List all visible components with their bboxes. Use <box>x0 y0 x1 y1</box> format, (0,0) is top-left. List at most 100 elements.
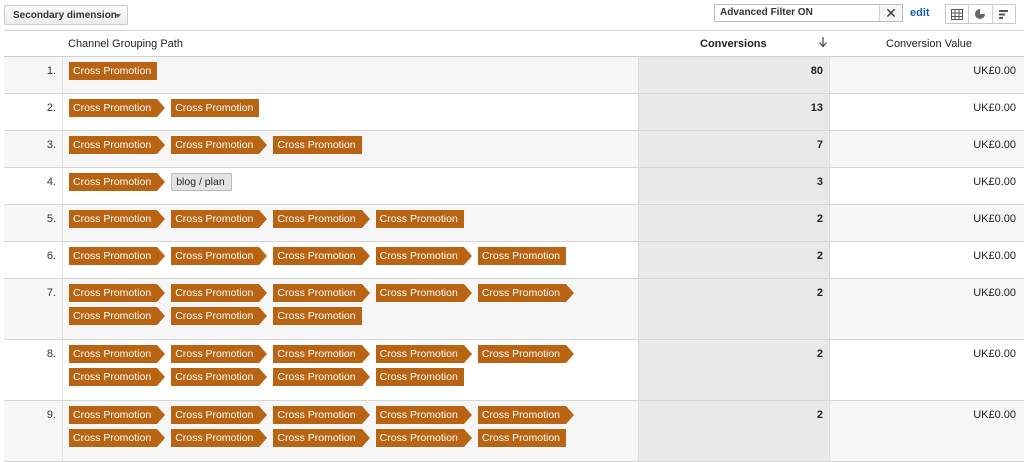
path-step-chip: Cross Promotion <box>171 429 268 447</box>
conversions-value: 13 <box>810 102 823 114</box>
path-step-chip: Cross Promotion <box>273 284 370 302</box>
path-step-chip: Cross Promotion <box>375 210 464 228</box>
conversions-cell: 7 <box>638 131 830 167</box>
conversions-cell: 2 <box>638 340 830 400</box>
path-steps: Cross Promotion Cross Promotion Cross Prom… <box>69 210 629 228</box>
table-row: 1. Cross Promotion 80 UK£0.00 <box>4 57 1024 94</box>
path-steps: Cross Promotion Cross Promotion Cross Prom… <box>69 345 629 386</box>
table-row: 3. Cross Promotion Cross Promotion Cross Pr… <box>4 131 1024 168</box>
table-row: 8. Cross Promotion Cross Promotion Cross Pr… <box>4 340 1024 401</box>
path-step-chip: Cross Promotion <box>273 368 370 386</box>
path-step-chip: Cross Promotion <box>273 307 362 325</box>
path-step-chip: Cross Promotion <box>477 284 575 302</box>
secondary-dimension-dropdown[interactable]: Secondary dimension <box>4 5 128 25</box>
pie-view-icon[interactable] <box>969 5 993 23</box>
path-cell: Cross Promotion Cross Promotion Cross Prom… <box>62 205 638 241</box>
secondary-dimension-label: Secondary dimension <box>13 10 117 21</box>
conversion-value-cell: UK£0.00 <box>830 340 1020 400</box>
performance-view-icon[interactable] <box>993 5 1015 23</box>
conversion-value: UK£0.00 <box>973 65 1016 77</box>
table-row: 7. Cross Promotion Cross Promotion Cross Pr… <box>4 279 1024 340</box>
column-header-path[interactable]: Channel Grouping Path <box>68 38 183 50</box>
row-rank: 4. <box>46 176 56 188</box>
table-view-icon[interactable] <box>946 5 970 23</box>
conversion-value-cell: UK£0.00 <box>830 205 1020 241</box>
row-rank: 2. <box>46 102 56 114</box>
conversion-value: UK£0.00 <box>973 102 1016 114</box>
path-step-chip: Cross Promotion <box>171 210 268 228</box>
path-step-chip: Cross Promotion <box>171 368 268 386</box>
path-step-chip: Cross Promotion <box>273 429 370 447</box>
path-step-chip: Cross Promotion <box>375 429 473 447</box>
path-cell: Cross Promotion <box>62 57 638 93</box>
conversion-value-cell: UK£0.00 <box>830 242 1020 278</box>
close-icon[interactable]: ✕ <box>879 5 902 21</box>
row-rank: 1. <box>46 65 56 77</box>
conversion-value-cell: UK£0.00 <box>830 131 1020 167</box>
path-step-chip: Cross Promotion <box>69 345 166 363</box>
conversion-value-cell: UK£0.00 <box>830 279 1020 339</box>
chevron-down-icon <box>115 14 121 18</box>
conversions-cell: 13 <box>638 94 830 130</box>
view-switcher <box>945 4 1016 24</box>
path-step-chip: Cross Promotion <box>273 345 370 363</box>
path-step-chip: Cross Promotion <box>69 62 158 80</box>
path-cell: Cross Promotion blog / plan <box>62 168 638 204</box>
path-step-chip: Cross Promotion <box>69 210 166 228</box>
table-row: 2. Cross Promotion Cross Promotion 13 UK£0.0… <box>4 94 1024 131</box>
conversions-value: 2 <box>816 287 823 299</box>
path-cell: Cross Promotion Cross Promotion Cross Prom… <box>62 242 638 278</box>
conversions-value: 7 <box>816 139 823 151</box>
row-rank: 3. <box>46 139 56 151</box>
edit-filter-link[interactable]: edit <box>910 7 930 19</box>
path-steps: Cross Promotion Cross Promotion Cross Prom… <box>69 406 629 447</box>
path-step-chip: Cross Promotion <box>375 247 473 265</box>
path-steps: Cross Promotion Cross Promotion Cross Prom… <box>69 247 629 265</box>
path-step-chip: Cross Promotion <box>171 307 268 325</box>
row-rank: 7. <box>46 287 56 299</box>
conversions-cell: 3 <box>638 168 830 204</box>
path-step-chip: Cross Promotion <box>375 406 473 424</box>
conversion-value: UK£0.00 <box>973 348 1016 360</box>
path-step-chip: Cross Promotion <box>69 173 166 191</box>
path-steps: Cross Promotion blog / plan <box>69 173 629 191</box>
conversion-value: UK£0.00 <box>973 139 1016 151</box>
conversions-cell: 80 <box>638 57 830 93</box>
conversion-value: UK£0.00 <box>973 176 1016 188</box>
conversion-value-cell: UK£0.00 <box>830 401 1020 461</box>
path-steps: Cross Promotion Cross Promotion <box>69 99 629 117</box>
channel-path-table: Channel Grouping Path Conversions Conver… <box>4 30 1024 462</box>
arrow-down-icon[interactable] <box>818 36 828 51</box>
column-header-conversions[interactable]: Conversions <box>700 38 767 50</box>
path-steps: Cross Promotion Cross Promotion Cross Prom… <box>69 136 629 154</box>
path-step-chip: Cross Promotion <box>477 406 575 424</box>
path-steps: Cross Promotion <box>69 62 629 80</box>
path-step-chip: Cross Promotion <box>171 406 268 424</box>
path-step-chip: Cross Promotion <box>477 429 567 447</box>
path-step-chip: Cross Promotion <box>375 345 473 363</box>
row-rank: 5. <box>46 213 56 225</box>
path-step-chip: Cross Promotion <box>69 406 166 424</box>
table-row: 5. Cross Promotion Cross Promotion Cross Pr… <box>4 205 1024 242</box>
path-cell: Cross Promotion Cross Promotion Cross Prom… <box>62 401 638 461</box>
path-cell: Cross Promotion Cross Promotion Cross Prom… <box>62 340 638 400</box>
conversions-cell: 2 <box>638 279 830 339</box>
path-step-chip: Cross Promotion <box>477 345 575 363</box>
path-cell: Cross Promotion Cross Promotion Cross Prom… <box>62 131 638 167</box>
advanced-filter-field[interactable]: Advanced Filter ON ✕ <box>714 4 903 22</box>
path-step-chip: Cross Promotion <box>171 284 268 302</box>
table-toolbar: Secondary dimension Advanced Filter ON ✕… <box>0 0 1024 30</box>
conversions-cell: 2 <box>638 205 830 241</box>
conversions-value: 2 <box>816 348 823 360</box>
path-step-chip: Cross Promotion <box>69 247 166 265</box>
path-step-chip: Cross Promotion <box>273 406 370 424</box>
row-rank: 6. <box>46 250 56 262</box>
path-step-chip: Cross Promotion <box>69 136 166 154</box>
conversion-value: UK£0.00 <box>973 213 1016 225</box>
path-step-chip: Cross Promotion <box>69 99 166 117</box>
conversions-cell: 2 <box>638 242 830 278</box>
column-header-conversion-value[interactable]: Conversion Value <box>886 38 972 50</box>
path-steps: Cross Promotion Cross Promotion Cross Prom… <box>69 284 629 325</box>
path-step-chip: Cross Promotion <box>69 429 166 447</box>
conversions-value: 80 <box>810 65 823 77</box>
